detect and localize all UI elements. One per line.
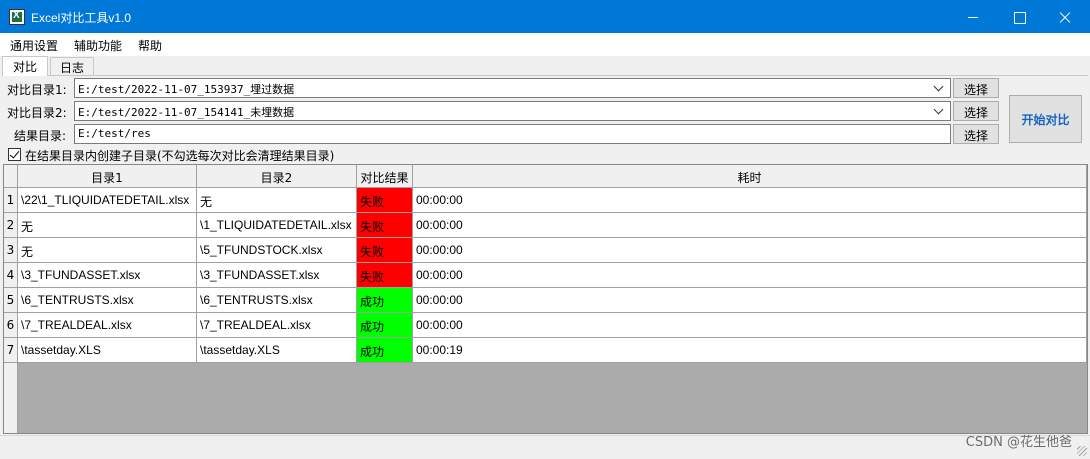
cell-time[interactable]: 00:00:00 [413, 238, 1087, 263]
column-header-result[interactable]: 对比结果 [357, 165, 413, 188]
result-dir-input[interactable]: E:/test/res [74, 124, 951, 144]
cell-time[interactable]: 00:00:00 [413, 288, 1087, 313]
cell-dir1[interactable]: \22\1_TLIQUIDATEDETAIL.xlsx [18, 188, 197, 213]
cell-dir1[interactable]: \3_TFUNDASSET.xlsx [18, 263, 197, 288]
start-compare-button[interactable]: 开始对比 [1009, 95, 1082, 143]
minimize-button[interactable] [950, 0, 996, 33]
dir2-value: E:/test/2022-11-07_154141_未埋数据 [78, 106, 295, 119]
maximize-button[interactable] [996, 0, 1042, 33]
table-row[interactable]: 3 无 \5_TFUNDSTOCK.xlsx 失败 00:00:00 [4, 238, 1087, 263]
row-header[interactable]: 7 [4, 338, 18, 363]
menu-bar: 通用设置 辅助功能 帮助 [0, 33, 1090, 56]
cell-time[interactable]: 00:00:00 [413, 188, 1087, 213]
row-header[interactable]: 6 [4, 313, 18, 338]
table-row[interactable]: 7 \tassetday.XLS \tassetday.XLS 成功 00:00:19 [4, 338, 1087, 363]
watermark: CSDN @花生他爸 [965, 435, 1072, 450]
table-row[interactable]: 2 无 \1_TLIQUIDATEDETAIL.xlsx 失败 00:00:00 [4, 213, 1087, 238]
chevron-down-icon[interactable] [932, 104, 946, 118]
column-header-dir2[interactable]: 目录2 [197, 165, 357, 188]
dir2-label: 对比目录2: [7, 106, 67, 120]
menu-tools[interactable]: 辅助功能 [74, 37, 122, 54]
cell-dir2[interactable]: \tassetday.XLS [197, 338, 357, 363]
cell-time[interactable]: 00:00:00 [413, 313, 1087, 338]
table-row[interactable]: 4 \3_TFUNDASSET.xlsx \3_TFUNDASSET.xlsx 失败 0… [4, 263, 1087, 288]
results-grid[interactable]: 目录1 目录2 对比结果 耗时 1 \22\1_TLIQUIDATEDETAIL.… [3, 164, 1088, 434]
cell-result[interactable]: 失败 [357, 263, 413, 288]
row-header[interactable]: 5 [4, 288, 18, 313]
cell-result[interactable]: 失败 [357, 238, 413, 263]
tab-log[interactable]: 日志 [50, 57, 94, 75]
dir1-combo[interactable]: E:/test/2022-11-07_153937_埋过数据 [74, 78, 951, 98]
title-bar: Excel对比工具v1.0 [0, 0, 1090, 33]
close-button[interactable] [1042, 0, 1088, 33]
corner-header [4, 165, 18, 188]
cell-dir1[interactable]: \tassetday.XLS [18, 338, 197, 363]
row-header[interactable]: 2 [4, 213, 18, 238]
row-header[interactable]: 1 [4, 188, 18, 213]
cell-result[interactable]: 成功 [357, 288, 413, 313]
excel-app-icon [9, 9, 25, 25]
resize-grip[interactable] [1077, 446, 1087, 456]
cell-dir2[interactable]: 无 [197, 188, 357, 213]
cell-result[interactable]: 失败 [357, 188, 413, 213]
table-row[interactable]: 6 \7_TREALDEAL.xlsx \7_TREALDEAL.xlsx 成功 00:… [4, 313, 1087, 338]
chevron-down-icon[interactable] [932, 81, 946, 95]
dir2-select-button[interactable]: 选择 [953, 101, 999, 121]
cell-dir1[interactable]: \7_TREALDEAL.xlsx [18, 313, 197, 338]
table-row[interactable]: 1 \22\1_TLIQUIDATEDETAIL.xlsx 无失败 00:00:00 [4, 188, 1087, 213]
result-select-button[interactable]: 选择 [953, 124, 999, 144]
column-header-dir1[interactable]: 目录1 [18, 165, 197, 188]
result-dir-label: 结果目录: [14, 129, 67, 143]
menu-help[interactable]: 帮助 [138, 37, 162, 54]
column-header-time[interactable]: 耗时 [413, 165, 1087, 188]
cell-dir1[interactable]: 无 [18, 213, 197, 238]
row-header-filler [4, 363, 18, 433]
cell-time[interactable]: 00:00:19 [413, 338, 1087, 363]
table-row[interactable]: 5 \6_TENTRUSTS.xlsx \6_TENTRUSTS.xlsx 成功 00:… [4, 288, 1087, 313]
cell-result[interactable]: 成功 [357, 313, 413, 338]
cell-dir2[interactable]: \7_TREALDEAL.xlsx [197, 313, 357, 338]
cell-result[interactable]: 成功 [357, 338, 413, 363]
dir1-value: E:/test/2022-11-07_153937_埋过数据 [78, 83, 295, 96]
dir2-combo[interactable]: E:/test/2022-11-07_154141_未埋数据 [74, 101, 951, 121]
cell-dir2[interactable]: \1_TLIQUIDATEDETAIL.xlsx [197, 213, 357, 238]
cell-time[interactable]: 00:00:00 [413, 263, 1087, 288]
create-subdir-checkbox[interactable] [8, 148, 21, 161]
result-dir-value: E:/test/res [78, 127, 151, 140]
cell-dir1[interactable]: 无 [18, 238, 197, 263]
dir1-label: 对比目录1: [7, 83, 67, 97]
dir1-select-button[interactable]: 选择 [953, 78, 999, 98]
cell-dir2[interactable]: \6_TENTRUSTS.xlsx [197, 288, 357, 313]
create-subdir-label: 在结果目录内创建子目录(不勾选每次对比会清理结果目录) [25, 149, 335, 163]
status-bar [0, 435, 1090, 459]
window-title: Excel对比工具v1.0 [31, 11, 132, 25]
tab-compare[interactable]: 对比 [2, 56, 48, 76]
grid-header-row: 目录1 目录2 对比结果 耗时 [4, 165, 1087, 188]
menu-general-settings[interactable]: 通用设置 [10, 37, 58, 54]
cell-dir2[interactable]: \3_TFUNDASSET.xlsx [197, 263, 357, 288]
cell-dir1[interactable]: \6_TENTRUSTS.xlsx [18, 288, 197, 313]
row-header[interactable]: 3 [4, 238, 18, 263]
cell-result[interactable]: 失败 [357, 213, 413, 238]
cell-time[interactable]: 00:00:00 [413, 213, 1087, 238]
cell-dir2[interactable]: \5_TFUNDSTOCK.xlsx [197, 238, 357, 263]
row-header[interactable]: 4 [4, 263, 18, 288]
